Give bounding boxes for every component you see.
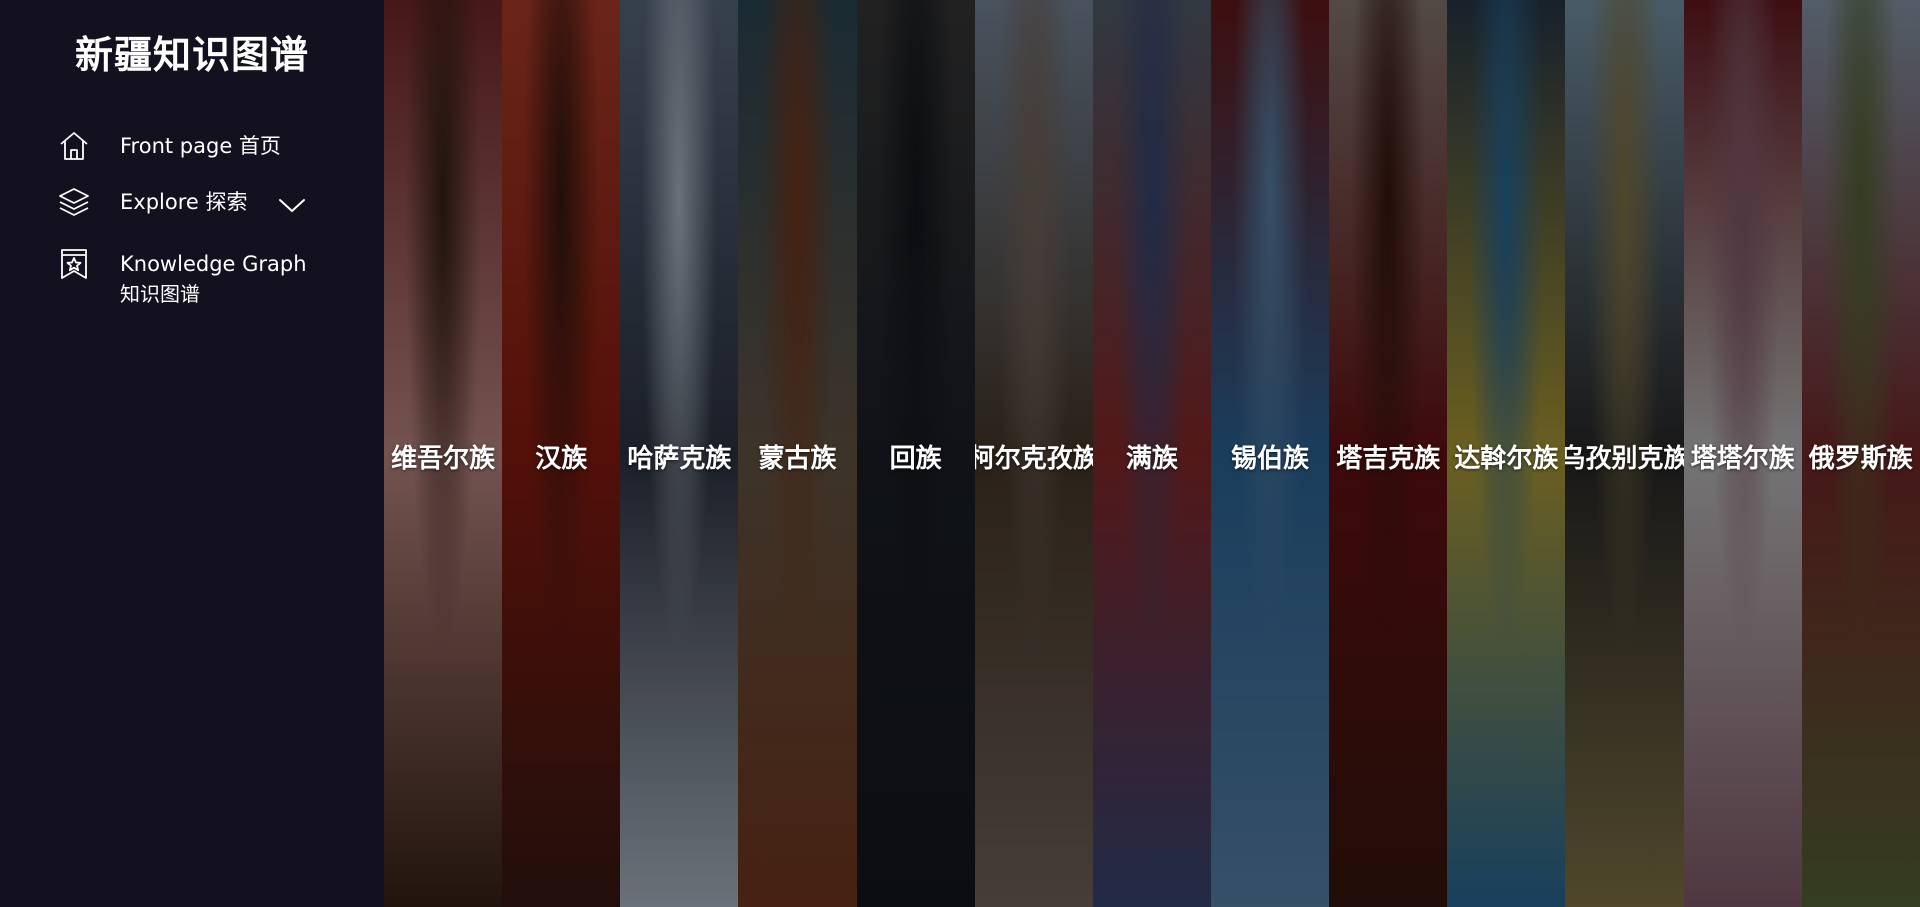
ethnic-group-name: 柯尔克孜族 — [974, 444, 1093, 474]
ethnic-group-name: 达斡尔族 — [1454, 444, 1559, 474]
ethnic-group-name: 满族 — [1125, 444, 1178, 474]
ethnic-group-name: 维吾尔族 — [391, 444, 496, 474]
ethnic-group-strip[interactable]: 汉族 — [502, 0, 621, 907]
bookmark-star-icon — [56, 246, 92, 282]
nav-item-home[interactable]: Front page 首页 — [56, 128, 356, 172]
ethnic-group-name: 乌孜别克族 — [1565, 444, 1684, 474]
knowledge-graph-sublabel: 知识图谱 — [120, 282, 200, 306]
home-icon — [56, 128, 92, 164]
knowledge-graph-label: Knowledge Graph — [120, 252, 307, 276]
ethnic-group-name: 蒙古族 — [758, 444, 837, 474]
ethnic-group-strip[interactable]: 锡伯族 — [1210, 0, 1330, 907]
ethnic-group-strip[interactable]: 乌孜别克族 — [1565, 0, 1684, 907]
ethnic-group-name: 俄罗斯族 — [1808, 444, 1913, 474]
ethnic-group-strip[interactable]: 塔吉克族 — [1329, 0, 1448, 907]
nav-item-explore[interactable]: Explore 探索 — [56, 184, 356, 228]
ethnic-group-strip[interactable]: 满族 — [1092, 0, 1211, 907]
ethnic-group-name: 锡伯族 — [1231, 444, 1310, 474]
ethnic-group-strip[interactable]: 蒙古族 — [738, 0, 857, 907]
ethnic-group-strip[interactable]: 塔塔尔族 — [1683, 0, 1802, 907]
layers-icon — [56, 184, 92, 220]
nav-label-home: Front page 首页 — [120, 134, 281, 158]
ethnic-group-name: 塔吉克族 — [1336, 444, 1441, 474]
chevron-down-icon[interactable] — [277, 190, 307, 220]
ethnic-group-gallery: 维吾尔族 汉族 哈萨克族 蒙古族 回族 柯尔克孜族 满族 锡伯族 塔吉克族 达斡尔族 乌孜别克族 塔塔… — [384, 0, 1920, 907]
ethnic-group-name: 哈萨克族 — [627, 444, 732, 474]
sidebar-nav: Front page 首页 Explore 探索 Knowledge Graph… — [56, 128, 356, 309]
ethnic-group-strip[interactable]: 回族 — [856, 0, 975, 907]
app-root: 新疆知识图谱 Front page 首页 Explore 探索 Knowledg… — [0, 0, 1920, 907]
ethnic-group-name: 回族 — [889, 444, 942, 474]
nav-label-knowledge-graph: Knowledge Graph 知识图谱 — [120, 246, 307, 309]
nav-item-knowledge-graph[interactable]: Knowledge Graph 知识图谱 — [56, 246, 356, 309]
site-title: 新疆知识图谱 — [74, 33, 309, 77]
ethnic-group-name: 汉族 — [535, 444, 588, 474]
nav-label-explore: Explore 探索 — [120, 190, 248, 214]
ethnic-group-strip[interactable]: 达斡尔族 — [1447, 0, 1566, 907]
ethnic-group-name: 塔塔尔族 — [1690, 444, 1795, 474]
ethnic-group-strip[interactable]: 俄罗斯族 — [1801, 0, 1920, 907]
ethnic-group-strip[interactable]: 维吾尔族 — [384, 0, 503, 907]
ethnic-group-strip[interactable]: 哈萨克族 — [620, 0, 739, 907]
ethnic-group-strip[interactable]: 柯尔克孜族 — [974, 0, 1093, 907]
sidebar: 新疆知识图谱 Front page 首页 Explore 探索 Knowledg… — [0, 0, 384, 907]
